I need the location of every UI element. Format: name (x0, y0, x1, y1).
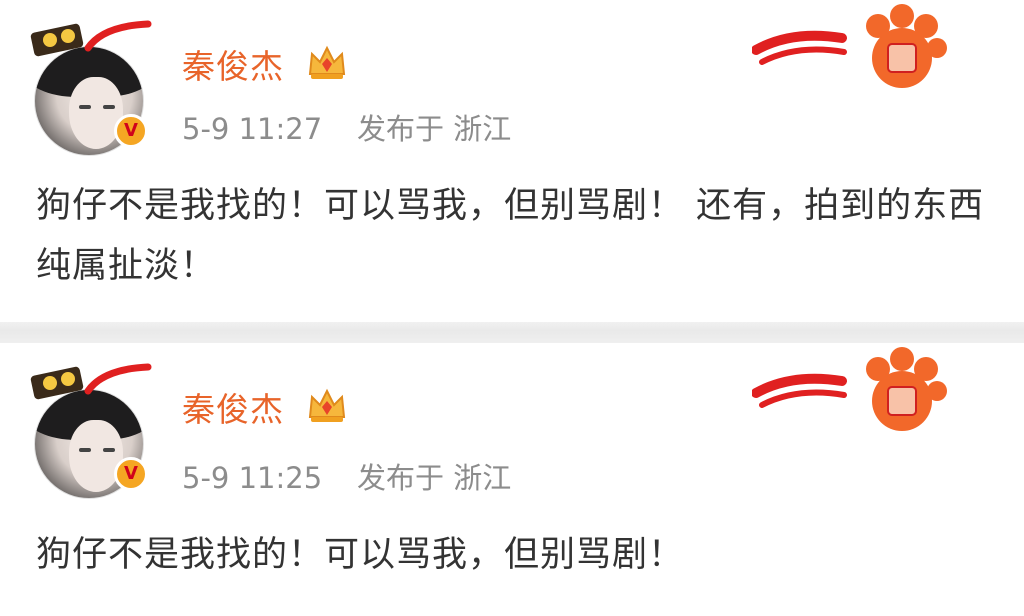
post-time: 5-9 11:25 (182, 461, 323, 495)
post-time: 5-9 11:27 (182, 112, 323, 146)
avatar[interactable]: V (28, 18, 158, 156)
verified-icon: V (114, 457, 148, 491)
post-location: 发布于 浙江 (357, 112, 512, 146)
post-meta: 5-9 11:25 发布于 浙江 (182, 455, 511, 497)
tiger-sticker-icon (30, 20, 152, 57)
tiger-paw-decoration-icon (752, 4, 947, 88)
tiger-sticker-icon (30, 363, 152, 400)
crown-icon[interactable] (306, 44, 348, 82)
post-meta: 5-9 11:27 发布于 浙江 (182, 106, 511, 148)
post-separator (0, 322, 1024, 343)
avatar[interactable]: V (28, 361, 158, 499)
verified-icon: V (114, 114, 148, 148)
username[interactable]: 秦俊杰 (182, 383, 284, 431)
post-location: 发布于 浙江 (357, 461, 512, 495)
post-content: 狗仔不是我找的！可以骂我，但别骂剧！ 还有，拍到的东西纯属扯淡！ (36, 186, 985, 286)
weibo-post: V 秦俊杰 5-9 11:25 发布于 浙江 狗仔不是我找的！可以骂我，但别骂剧！ (0, 343, 1024, 616)
post-content: 狗仔不是我找的！可以骂我，但别骂剧！ (36, 535, 685, 575)
weibo-post: V 秦俊杰 5-9 11:27 发布于 浙江 狗仔不是我找的！可以骂我，但别骂剧！… (0, 0, 1024, 322)
crown-icon[interactable] (306, 387, 348, 425)
tiger-paw-decoration-icon (752, 347, 947, 431)
username[interactable]: 秦俊杰 (182, 40, 284, 88)
